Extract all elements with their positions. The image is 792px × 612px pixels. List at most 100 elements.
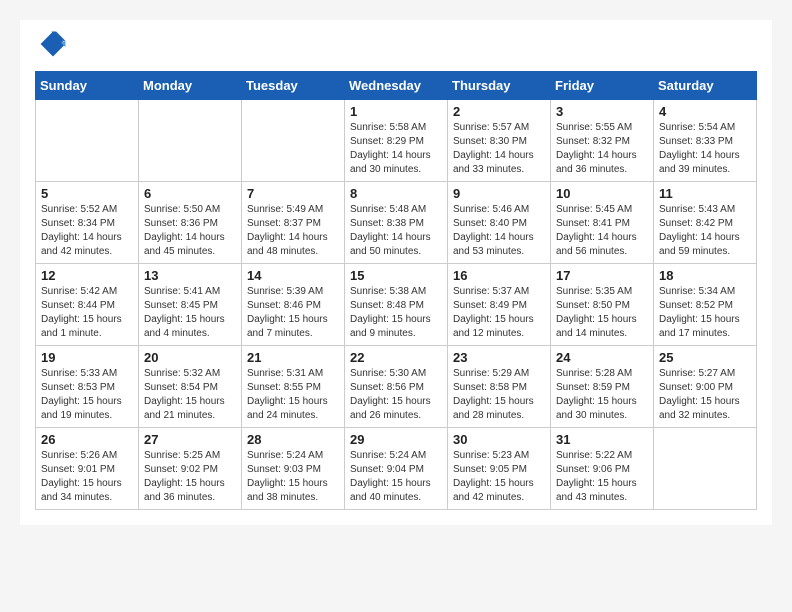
cell-info: Sunrise: 5:25 AMSunset: 9:02 PMDaylight:…: [144, 449, 236, 505]
calendar-cell: 23 Sunrise: 5:29 AMSunset: 8:58 PMDayligh…: [448, 346, 551, 428]
cell-info: Sunrise: 5:50 AMSunset: 8:36 PMDaylight:…: [144, 203, 236, 259]
week-row-4: 19 Sunrise: 5:33 AMSunset: 8:53 PMDayligh…: [36, 346, 757, 428]
day-header-saturday: Saturday: [654, 72, 757, 100]
calendar-cell: 12 Sunrise: 5:42 AMSunset: 8:44 PMDayligh…: [36, 264, 139, 346]
header-row: SundayMondayTuesdayWednesdayThursdayFrid…: [36, 72, 757, 100]
calendar-cell: [242, 100, 345, 182]
week-row-2: 5Sunrise: 5:52 AMSunset: 8:34 PMDaylight…: [36, 182, 757, 264]
cell-info: Sunrise: 5:57 AMSunset: 8:30 PMDaylight:…: [453, 121, 545, 177]
calendar-cell: 26 Sunrise: 5:26 AMSunset: 9:01 PMDayligh…: [36, 428, 139, 510]
cell-info: Sunrise: 5:30 AMSunset: 8:56 PMDaylight:…: [350, 367, 442, 423]
calendar-cell: 14 Sunrise: 5:39 AMSunset: 8:46 PMDayligh…: [242, 264, 345, 346]
week-row-3: 12 Sunrise: 5:42 AMSunset: 8:44 PMDayligh…: [36, 264, 757, 346]
calendar-container: SundayMondayTuesdayWednesdayThursdayFrid…: [20, 20, 772, 525]
day-number: 27: [144, 432, 236, 447]
week-row-5: 26 Sunrise: 5:26 AMSunset: 9:01 PMDayligh…: [36, 428, 757, 510]
day-number: 31: [556, 432, 648, 447]
day-header-monday: Monday: [139, 72, 242, 100]
day-header-tuesday: Tuesday: [242, 72, 345, 100]
day-number: 24: [556, 350, 648, 365]
day-number: 22: [350, 350, 442, 365]
day-header-thursday: Thursday: [448, 72, 551, 100]
calendar-cell: 3 Sunrise: 5:55 AMSunset: 8:32 PMDaylight…: [551, 100, 654, 182]
day-number: 13: [144, 268, 236, 283]
calendar-cell: 16 Sunrise: 5:37 AMSunset: 8:49 PMDayligh…: [448, 264, 551, 346]
calendar-cell: 17Sunrise: 5:35 AMSunset: 8:50 PMDayligh…: [551, 264, 654, 346]
calendar-cell: 2 Sunrise: 5:57 AMSunset: 8:30 PMDaylight…: [448, 100, 551, 182]
day-number: 16: [453, 268, 545, 283]
day-number: 2: [453, 104, 545, 119]
day-number: 6: [144, 186, 236, 201]
day-number: 20: [144, 350, 236, 365]
cell-info: Sunrise: 5:24 AMSunset: 9:04 PMDaylight:…: [350, 449, 442, 505]
calendar-cell: 29 Sunrise: 5:24 AMSunset: 9:04 PMDayligh…: [345, 428, 448, 510]
cell-info: Sunrise: 5:34 AMSunset: 8:52 PMDaylight:…: [659, 285, 751, 341]
day-number: 11: [659, 186, 751, 201]
calendar-cell: 8Sunrise: 5:48 AMSunset: 8:38 PMDaylight…: [345, 182, 448, 264]
calendar-cell: 5Sunrise: 5:52 AMSunset: 8:34 PMDaylight…: [36, 182, 139, 264]
cell-info: Sunrise: 5:37 AMSunset: 8:49 PMDaylight:…: [453, 285, 545, 341]
day-number: 10: [556, 186, 648, 201]
cell-info: Sunrise: 5:49 AMSunset: 8:37 PMDaylight:…: [247, 203, 339, 259]
calendar-cell: 21Sunrise: 5:31 AMSunset: 8:55 PMDayligh…: [242, 346, 345, 428]
calendar-cell: 10Sunrise: 5:45 AMSunset: 8:41 PMDayligh…: [551, 182, 654, 264]
day-number: 28: [247, 432, 339, 447]
calendar-cell: 24 Sunrise: 5:28 AMSunset: 8:59 PMDayligh…: [551, 346, 654, 428]
calendar-cell: 9 Sunrise: 5:46 AMSunset: 8:40 PMDaylight…: [448, 182, 551, 264]
calendar-cell: 15 Sunrise: 5:38 AMSunset: 8:48 PMDayligh…: [345, 264, 448, 346]
day-number: 3: [556, 104, 648, 119]
calendar-cell: 20 Sunrise: 5:32 AMSunset: 8:54 PMDayligh…: [139, 346, 242, 428]
day-number: 25: [659, 350, 751, 365]
week-row-1: 1 Sunrise: 5:58 AMSunset: 8:29 PMDaylight…: [36, 100, 757, 182]
calendar-cell: 30Sunrise: 5:23 AMSunset: 9:05 PMDayligh…: [448, 428, 551, 510]
calendar-cell: 18Sunrise: 5:34 AMSunset: 8:52 PMDayligh…: [654, 264, 757, 346]
day-number: 14: [247, 268, 339, 283]
calendar-cell: 19 Sunrise: 5:33 AMSunset: 8:53 PMDayligh…: [36, 346, 139, 428]
calendar-cell: 31Sunrise: 5:22 AMSunset: 9:06 PMDayligh…: [551, 428, 654, 510]
day-number: 8: [350, 186, 442, 201]
cell-info: Sunrise: 5:39 AMSunset: 8:46 PMDaylight:…: [247, 285, 339, 341]
calendar-cell: 11Sunrise: 5:43 AMSunset: 8:42 PMDayligh…: [654, 182, 757, 264]
calendar-cell: [139, 100, 242, 182]
cell-info: Sunrise: 5:58 AMSunset: 8:29 PMDaylight:…: [350, 121, 442, 177]
calendar-cell: 4Sunrise: 5:54 AMSunset: 8:33 PMDaylight…: [654, 100, 757, 182]
day-number: 15: [350, 268, 442, 283]
cell-info: Sunrise: 5:41 AMSunset: 8:45 PMDaylight:…: [144, 285, 236, 341]
day-number: 19: [41, 350, 133, 365]
cell-info: Sunrise: 5:35 AMSunset: 8:50 PMDaylight:…: [556, 285, 648, 341]
cell-info: Sunrise: 5:38 AMSunset: 8:48 PMDaylight:…: [350, 285, 442, 341]
day-number: 9: [453, 186, 545, 201]
cell-info: Sunrise: 5:52 AMSunset: 8:34 PMDaylight:…: [41, 203, 133, 259]
cell-info: Sunrise: 5:46 AMSunset: 8:40 PMDaylight:…: [453, 203, 545, 259]
day-header-wednesday: Wednesday: [345, 72, 448, 100]
cell-info: Sunrise: 5:29 AMSunset: 8:58 PMDaylight:…: [453, 367, 545, 423]
day-header-friday: Friday: [551, 72, 654, 100]
day-number: 12: [41, 268, 133, 283]
cell-info: Sunrise: 5:55 AMSunset: 8:32 PMDaylight:…: [556, 121, 648, 177]
calendar-cell: 1 Sunrise: 5:58 AMSunset: 8:29 PMDaylight…: [345, 100, 448, 182]
calendar-cell: [36, 100, 139, 182]
cell-info: Sunrise: 5:31 AMSunset: 8:55 PMDaylight:…: [247, 367, 339, 423]
cell-info: Sunrise: 5:42 AMSunset: 8:44 PMDaylight:…: [41, 285, 133, 341]
logo: [35, 30, 67, 63]
logo-icon: [39, 30, 67, 58]
cell-info: Sunrise: 5:54 AMSunset: 8:33 PMDaylight:…: [659, 121, 751, 177]
day-header-sunday: Sunday: [36, 72, 139, 100]
calendar-cell: 6 Sunrise: 5:50 AMSunset: 8:36 PMDaylight…: [139, 182, 242, 264]
cell-info: Sunrise: 5:26 AMSunset: 9:01 PMDaylight:…: [41, 449, 133, 505]
header: [35, 30, 757, 63]
cell-info: Sunrise: 5:33 AMSunset: 8:53 PMDaylight:…: [41, 367, 133, 423]
calendar-cell: 27 Sunrise: 5:25 AMSunset: 9:02 PMDayligh…: [139, 428, 242, 510]
cell-info: Sunrise: 5:27 AMSunset: 9:00 PMDaylight:…: [659, 367, 751, 423]
calendar-cell: 25 Sunrise: 5:27 AMSunset: 9:00 PMDayligh…: [654, 346, 757, 428]
day-number: 30: [453, 432, 545, 447]
calendar-table: SundayMondayTuesdayWednesdayThursdayFrid…: [35, 71, 757, 510]
cell-info: Sunrise: 5:28 AMSunset: 8:59 PMDaylight:…: [556, 367, 648, 423]
day-number: 26: [41, 432, 133, 447]
calendar-cell: [654, 428, 757, 510]
cell-info: Sunrise: 5:32 AMSunset: 8:54 PMDaylight:…: [144, 367, 236, 423]
day-number: 1: [350, 104, 442, 119]
day-number: 23: [453, 350, 545, 365]
day-number: 29: [350, 432, 442, 447]
calendar-cell: 13 Sunrise: 5:41 AMSunset: 8:45 PMDayligh…: [139, 264, 242, 346]
